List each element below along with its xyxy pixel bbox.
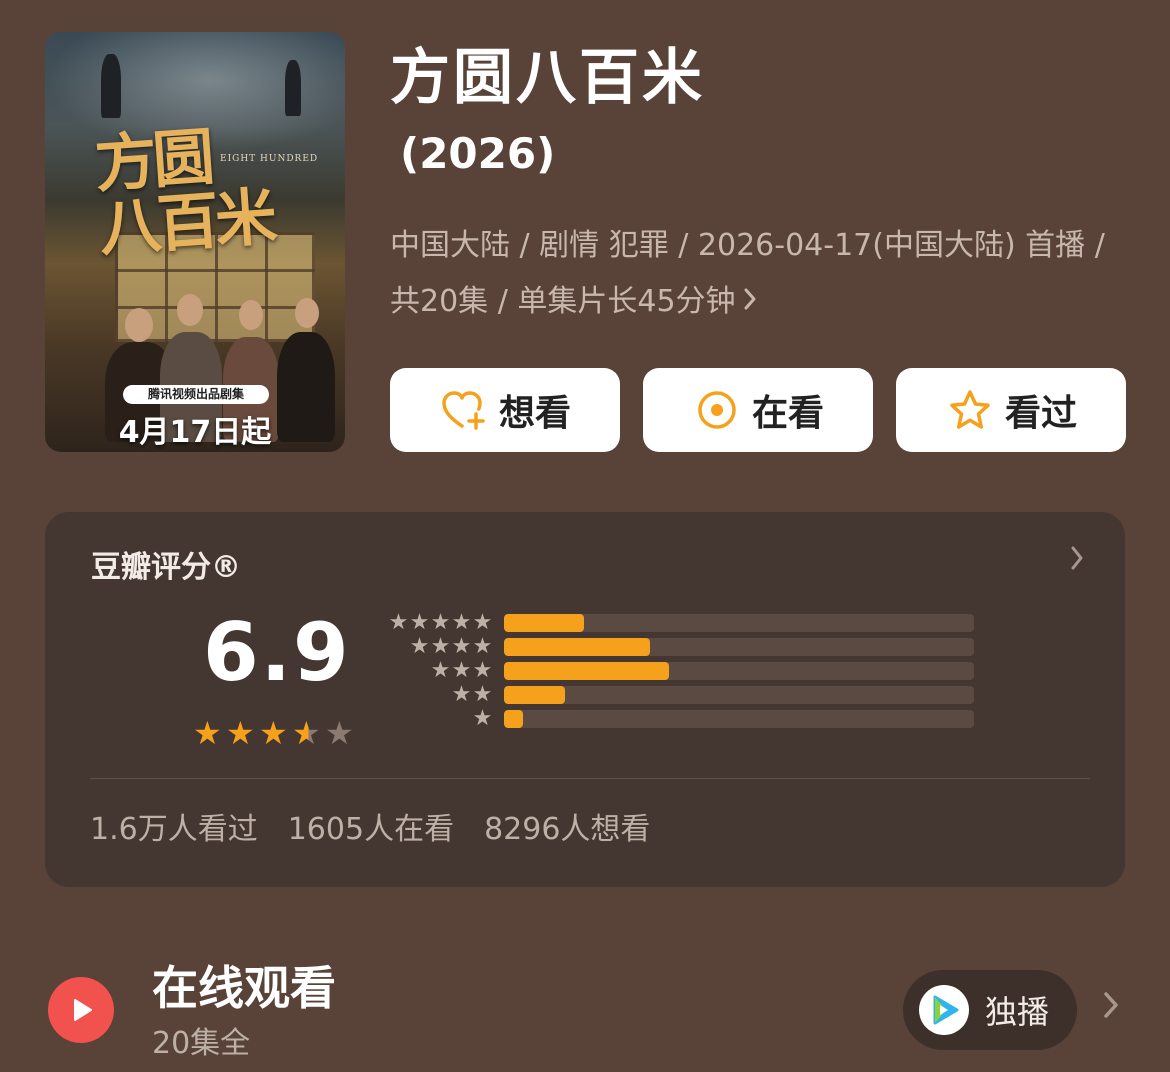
- distribution-bar: [504, 710, 523, 728]
- distribution-stars: ★ ★ ★ ★: [385, 636, 493, 658]
- distribution-bar-track: [504, 614, 974, 632]
- poster-figure: [101, 54, 121, 118]
- want-count: 8296人想看: [484, 812, 651, 847]
- star-icon: ★: [472, 682, 493, 707]
- rating-card[interactable]: 豆瓣评分® 6.9 ★ ★ ★ ★ ★ ★ ★ ★ ★ ★ ★ ★ ★ ★ ★ ★ ★ ★ ★ ★ 1.6万人看过 …: [45, 512, 1125, 887]
- star-icon: ★: [451, 682, 472, 707]
- distribution-bar: [504, 614, 584, 632]
- star-icon: ★: [430, 658, 451, 683]
- rating-star-icon: ★: [325, 714, 354, 752]
- star-icon: ★: [451, 634, 472, 659]
- want-to-watch-label: 想看: [498, 393, 571, 434]
- star-icon: ★: [409, 634, 430, 659]
- chevron-right-icon: [742, 274, 758, 330]
- heart-plus-icon: [439, 385, 489, 435]
- rating-star-icon: ★: [226, 714, 255, 752]
- rating-star-icon: ★: [292, 716, 325, 750]
- star-icon: ★: [472, 634, 493, 659]
- show-title: 方圆八百米: [390, 43, 705, 113]
- divider: [90, 778, 1090, 779]
- online-watch-row[interactable]: 在线观看 20集全 独播: [0, 950, 1170, 1072]
- want-to-watch-button[interactable]: 想看: [390, 368, 620, 452]
- exclusive-platform-button[interactable]: 独播: [903, 970, 1077, 1050]
- star-icon: ★: [430, 610, 451, 635]
- star-icon: ★: [388, 610, 409, 635]
- show-year: (2026): [400, 129, 556, 178]
- tencent-video-icon: [919, 985, 969, 1035]
- star-icon: ★: [409, 610, 430, 635]
- poster-face: [177, 294, 203, 326]
- chevron-right-icon[interactable]: [1102, 988, 1120, 1029]
- watched-count: 1.6万人看过: [90, 812, 258, 847]
- poster-release-date: 4月17日起: [118, 415, 272, 450]
- watching-label: 在看: [751, 393, 824, 434]
- poster-image[interactable]: 方圆 八百米 EIGHT HUNDRED 腾讯视频出品剧集 4月17日起: [45, 32, 345, 452]
- distribution-bar-track: [504, 662, 974, 680]
- star-icon: ★: [472, 706, 493, 731]
- star-icon: ★: [451, 658, 472, 683]
- distribution-bar: [504, 662, 669, 680]
- distribution-stars: ★ ★ ★: [385, 660, 493, 682]
- distribution-bar: [504, 638, 650, 656]
- watched-button[interactable]: 看过: [896, 368, 1126, 452]
- distribution-stars: ★ ★: [385, 684, 493, 706]
- target-circle-icon: [692, 385, 742, 435]
- watching-count: 1605人在看: [287, 812, 455, 847]
- average-stars: ★ ★ ★ ★ ★: [193, 716, 358, 750]
- poster-english-title: EIGHT HUNDRED: [220, 154, 319, 164]
- poster-face: [295, 298, 319, 328]
- poster-face: [239, 300, 263, 330]
- star-outline-icon: [945, 385, 995, 435]
- rating-stats: 1.6万人看过 1605人在看 8296人想看: [90, 804, 680, 848]
- exclusive-label: 独播: [985, 993, 1050, 1031]
- rating-star-icon: ★: [193, 714, 222, 752]
- play-icon[interactable]: [48, 977, 114, 1043]
- distribution-stars: ★: [385, 708, 493, 730]
- online-watch-title: 在线观看: [152, 961, 336, 1015]
- poster-figure: [285, 60, 301, 116]
- rating-star-icon: ★: [259, 714, 288, 752]
- watched-label: 看过: [1004, 393, 1077, 434]
- star-icon: ★: [451, 610, 472, 635]
- star-icon: ★: [472, 658, 493, 683]
- distribution-bar-track: [504, 638, 974, 656]
- poster-face: [125, 308, 153, 342]
- rating-label: 豆瓣评分®: [91, 550, 241, 585]
- star-icon: ★: [430, 634, 451, 659]
- rating-score: 6.9: [203, 606, 351, 699]
- poster-title-art: 方圆 八百米: [92, 120, 276, 265]
- poster-badge: 腾讯视频出品剧集: [123, 385, 269, 404]
- watching-button[interactable]: 在看: [643, 368, 873, 452]
- show-meta[interactable]: 中国大陆 / 剧情 犯罪 / 2026-04-17(中国大陆) 首播 / 共20…: [390, 218, 1120, 330]
- distribution-bar: [504, 686, 565, 704]
- distribution-bar-track: [504, 686, 974, 704]
- online-episodes: 20集全: [152, 1026, 251, 1061]
- distribution-bar-track: [504, 710, 974, 728]
- chevron-right-icon[interactable]: [1069, 544, 1085, 579]
- distribution-stars: ★ ★ ★ ★ ★: [385, 612, 493, 634]
- star-icon: ★: [472, 610, 493, 635]
